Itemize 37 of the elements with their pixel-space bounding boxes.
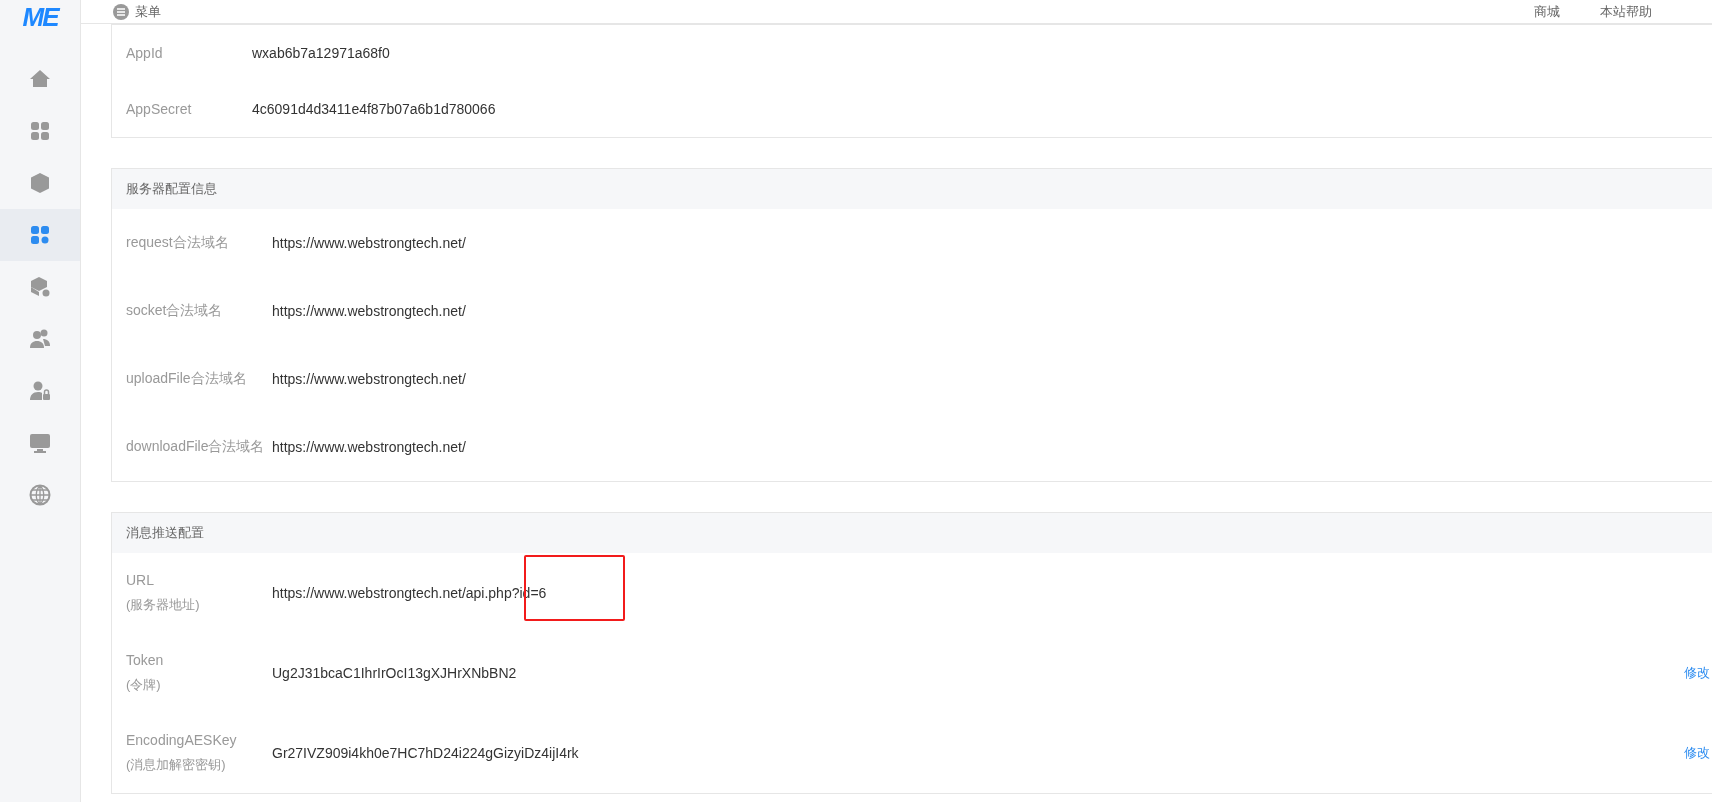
- card-title: 消息推送配置: [112, 513, 1712, 553]
- field-value: Gr27IVZ909i4kh0e7HC7hD24i224gGizyiDz4ijI4rk: [272, 745, 579, 761]
- field-value: https://www.webstrongtech.net/: [272, 371, 466, 387]
- field-label: socket合法域名: [126, 302, 224, 320]
- field-value: https://www.webstrongtech.net/: [272, 303, 466, 319]
- field-label: EncodingAESKey: [126, 732, 238, 748]
- field-value: wxab6b7a12971a68f0: [252, 45, 390, 61]
- field-label: AppId: [126, 45, 164, 61]
- menu-label[interactable]: 菜单: [135, 2, 161, 21]
- field-value: https://www.webstrongtech.net/: [272, 439, 466, 455]
- users-icon: [28, 327, 52, 351]
- edit-link[interactable]: 修改: [1684, 744, 1710, 762]
- field-label: downloadFile合法域名: [126, 438, 266, 456]
- field-label: request合法域名: [126, 234, 230, 252]
- field-label: uploadFile合法域名: [126, 370, 248, 388]
- user-lock-icon: [28, 379, 52, 403]
- field-label: URL: [126, 572, 155, 588]
- field-label: AppSecret: [126, 101, 193, 117]
- header-link[interactable]: 商城: [1534, 2, 1560, 21]
- field-value: Ug2J31bcaC1IhrIrOcI13gXJHrXNbBN2: [272, 665, 517, 681]
- logo: ME: [22, 0, 58, 34]
- cube-icon: [28, 171, 52, 195]
- field-value: 4c6091d4d3411e4f87b07a6b1d780066: [252, 101, 496, 117]
- field-value: https://www.webstrongtech.net/: [272, 235, 466, 251]
- edit-link[interactable]: 修改: [1684, 664, 1710, 682]
- monitor-icon: [28, 431, 52, 455]
- card-title: 服务器配置信息: [112, 169, 1712, 209]
- cube-gear-icon: [28, 275, 52, 299]
- menu-icon[interactable]: [113, 3, 129, 20]
- field-label: Token: [126, 652, 165, 668]
- grid-icon: [28, 119, 52, 143]
- field-sublabel: (服务器地址): [126, 596, 201, 614]
- globe-icon: [28, 483, 52, 507]
- field-sublabel: (令牌): [126, 676, 162, 694]
- header-link[interactable]: 本站帮助: [1600, 2, 1652, 21]
- sidebar-item[interactable]: [0, 209, 80, 261]
- field-sublabel: (消息加解密密钥): [126, 756, 227, 774]
